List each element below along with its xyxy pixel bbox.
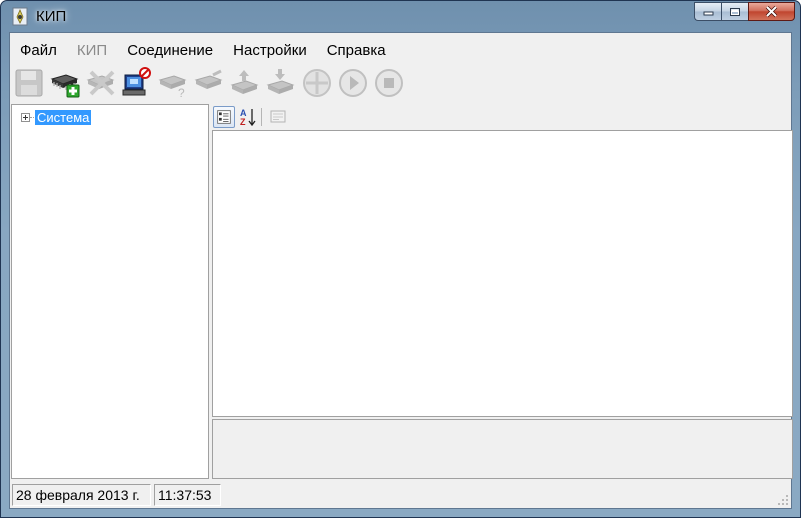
minimize-button[interactable] xyxy=(694,2,721,21)
window-title: КИП xyxy=(36,8,67,25)
remove-device-icon[interactable] xyxy=(85,67,117,99)
sort-alphabetical-icon[interactable]: A Z xyxy=(237,106,259,128)
categorized-icon[interactable] xyxy=(213,106,235,128)
tree-node-system[interactable]: Система xyxy=(21,109,92,125)
add-device-icon[interactable] xyxy=(49,67,81,99)
app-window: КИП Файл КИП Соединение Настройки Справк… xyxy=(0,0,801,518)
stop-icon[interactable] xyxy=(373,67,405,99)
device-settings-icon[interactable] xyxy=(193,67,225,99)
upload-icon[interactable] xyxy=(229,67,261,99)
tree-connector xyxy=(30,116,34,118)
status-bar: 28 февраля 2013 г. 11:37:53 xyxy=(10,481,791,508)
client-area: Файл КИП Соединение Настройки Справка ? … xyxy=(9,32,793,509)
tree-node-label[interactable]: Система xyxy=(35,109,92,125)
status-time: 11:37:53 xyxy=(154,484,221,506)
property-pages-icon[interactable] xyxy=(267,106,289,128)
maximize-icon xyxy=(730,7,740,16)
resize-grip-icon[interactable] xyxy=(777,494,789,506)
expand-icon[interactable] xyxy=(21,112,30,122)
menu-help[interactable]: Справка xyxy=(317,39,396,63)
maximize-button[interactable] xyxy=(721,2,748,21)
menu-file[interactable]: Файл xyxy=(10,39,67,63)
menu-kip[interactable]: КИП xyxy=(67,39,117,63)
property-grid[interactable] xyxy=(212,130,793,417)
status-date: 28 февраля 2013 г. xyxy=(12,484,151,506)
menu-connection[interactable]: Соединение xyxy=(117,39,223,63)
svg-text:Z: Z xyxy=(240,117,246,127)
close-button[interactable] xyxy=(748,2,795,21)
save-icon[interactable] xyxy=(13,67,45,99)
property-description xyxy=(212,419,793,479)
caption-buttons xyxy=(694,2,795,22)
sync-icon[interactable] xyxy=(301,67,333,99)
download-icon[interactable] xyxy=(265,67,297,99)
toolbar-separator xyxy=(261,108,262,126)
play-icon[interactable] xyxy=(337,67,369,99)
title-bar[interactable]: КИП xyxy=(1,1,800,32)
disconnect-icon[interactable] xyxy=(121,67,153,99)
svg-text:?: ? xyxy=(178,86,185,99)
minimize-icon xyxy=(703,11,713,15)
menu-settings[interactable]: Настройки xyxy=(223,39,317,63)
app-icon xyxy=(12,7,28,26)
main-toolbar: ? xyxy=(10,67,791,101)
device-query-icon[interactable]: ? xyxy=(157,67,189,99)
menu-bar: Файл КИП Соединение Настройки Справка xyxy=(10,39,396,63)
close-icon xyxy=(765,5,778,17)
device-tree[interactable]: Система xyxy=(11,104,209,479)
